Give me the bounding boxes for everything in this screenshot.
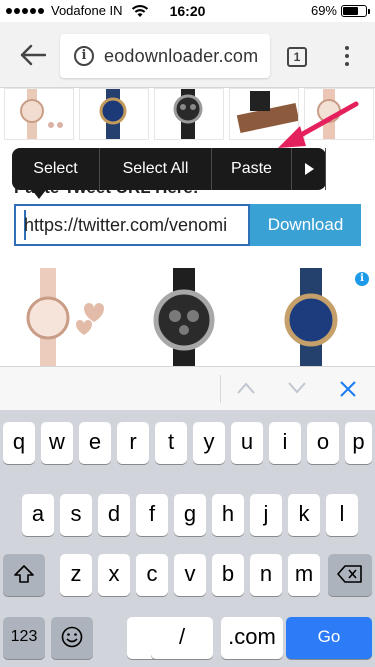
ad-card[interactable] xyxy=(254,268,372,366)
status-right: 69% xyxy=(310,3,370,18)
key-m[interactable]: m xyxy=(288,554,320,596)
ad-strip xyxy=(0,268,375,366)
slash-key[interactable]: / xyxy=(151,617,213,659)
context-select[interactable]: Select xyxy=(12,148,100,190)
ad-card[interactable] xyxy=(129,268,247,366)
keyboard-accessory-bar xyxy=(0,366,375,410)
key-v[interactable]: v xyxy=(174,554,206,596)
annotation-arrow xyxy=(278,101,359,148)
key-b[interactable]: b xyxy=(212,554,244,596)
shift-arrow-icon xyxy=(14,565,34,583)
backspace-key[interactable] xyxy=(328,554,372,596)
address-text: eodownloader.com xyxy=(104,46,259,66)
tweet-url-value: https://twitter.com/venomi xyxy=(24,215,228,235)
blue-watch-ad-image xyxy=(284,268,338,366)
key-a[interactable]: a xyxy=(22,494,54,536)
key-g[interactable]: g xyxy=(174,494,206,536)
key-p[interactable]: p xyxy=(345,422,372,464)
key-f[interactable]: f xyxy=(136,494,168,536)
battery-icon xyxy=(341,4,370,17)
key-j[interactable]: j xyxy=(250,494,282,536)
product-thumb[interactable] xyxy=(79,88,149,140)
tab-switcher-button[interactable]: 1 xyxy=(287,47,307,67)
blue-watch-image xyxy=(99,89,127,139)
key-l[interactable]: l xyxy=(326,494,358,536)
web-page: Paste Tweet URL Here: https://twitter.co… xyxy=(0,88,375,366)
status-bar: Vodafone IN 16:20 69% xyxy=(0,0,375,22)
key-r[interactable]: r xyxy=(117,422,149,464)
chevron-down-icon[interactable] xyxy=(287,381,307,395)
black-chrono-watch-image xyxy=(173,89,203,139)
product-thumb[interactable] xyxy=(4,88,74,140)
chevron-up-icon[interactable] xyxy=(236,381,256,395)
rose-gold-watch-ad-image xyxy=(26,268,104,366)
info-icon[interactable]: i xyxy=(74,46,94,66)
key-k[interactable]: k xyxy=(288,494,320,536)
download-button[interactable]: Download xyxy=(250,204,361,246)
back-arrow-icon[interactable] xyxy=(20,44,46,66)
key-s[interactable]: s xyxy=(60,494,92,536)
key-i[interactable]: i xyxy=(269,422,301,464)
triangle-right-icon xyxy=(304,163,314,175)
browser-toolbar: i eodownloader.com 1 xyxy=(0,22,375,88)
key-w[interactable]: w xyxy=(41,422,73,464)
key-n[interactable]: n xyxy=(250,554,282,596)
context-menu-pointer xyxy=(32,190,46,199)
screen: Vodafone IN 16:20 69% i eodownloader.com… xyxy=(0,0,375,667)
key-o[interactable]: o xyxy=(307,422,339,464)
black-chrono-watch-ad-image xyxy=(153,268,215,366)
rose-gold-watch-image xyxy=(20,89,63,139)
key-u[interactable]: u xyxy=(231,422,263,464)
overflow-menu-icon[interactable] xyxy=(343,46,351,70)
keyboard: q w e r t y u i o p a s d f g h j k l z … xyxy=(0,410,375,667)
numbers-key[interactable]: 123 xyxy=(3,617,45,659)
key-h[interactable]: h xyxy=(212,494,244,536)
key-d[interactable]: d xyxy=(98,494,130,536)
address-bar[interactable]: i eodownloader.com xyxy=(60,34,270,78)
key-q[interactable]: q xyxy=(3,422,35,464)
go-key[interactable]: Go xyxy=(286,617,372,659)
context-select-all[interactable]: Select All xyxy=(100,148,212,190)
key-x[interactable]: x xyxy=(98,554,130,596)
battery-fill xyxy=(343,6,359,15)
accessory-divider xyxy=(220,375,221,403)
ad-info-icon[interactable]: i xyxy=(355,272,369,286)
product-thumb[interactable] xyxy=(154,88,224,140)
shift-key[interactable] xyxy=(3,554,45,596)
emoji-icon xyxy=(61,626,83,648)
key-e[interactable]: e xyxy=(79,422,111,464)
emoji-key[interactable] xyxy=(51,617,93,659)
dotcom-key[interactable]: .com xyxy=(221,617,283,659)
battery-percent: 69% xyxy=(310,3,337,18)
key-z[interactable]: z xyxy=(60,554,92,596)
backspace-icon xyxy=(337,565,362,583)
close-icon[interactable] xyxy=(338,379,358,399)
key-c[interactable]: c xyxy=(136,554,168,596)
tweet-url-input[interactable]: https://twitter.com/venomi xyxy=(14,204,250,246)
key-y[interactable]: y xyxy=(193,422,225,464)
ad-card[interactable] xyxy=(4,268,122,366)
key-t[interactable]: t xyxy=(155,422,187,464)
